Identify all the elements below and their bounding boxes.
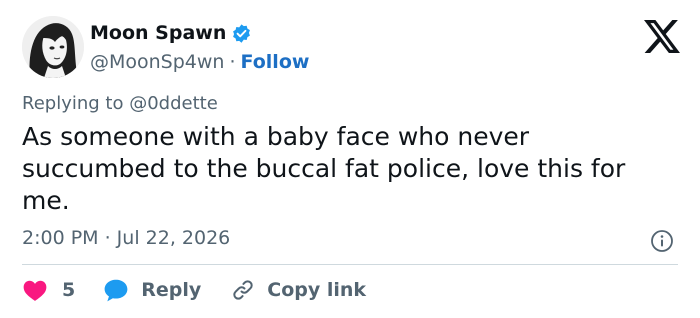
- reply-label: Reply: [141, 279, 202, 301]
- author-handle[interactable]: @MoonSp4wn: [90, 51, 224, 73]
- copy-link-button[interactable]: Copy link: [231, 278, 366, 302]
- verified-badge-icon: [231, 23, 252, 44]
- tweet-header: Moon Spawn @MoonSp4wn · Follow: [20, 14, 680, 84]
- copy-link-label: Copy link: [267, 279, 367, 301]
- reply-mention-link[interactable]: @0ddette: [129, 93, 218, 114]
- avatar[interactable]: [22, 16, 84, 78]
- replying-prefix: Replying to: [22, 93, 124, 114]
- like-button[interactable]: 5: [22, 278, 75, 302]
- reply-bubble-icon: [103, 278, 129, 302]
- action-bar: 5 Reply Copy link: [22, 275, 366, 305]
- tweet-card: Moon Spawn @MoonSp4wn · Follow Replying: [0, 0, 700, 318]
- author-info: Moon Spawn @MoonSp4wn · Follow: [90, 19, 309, 76]
- info-icon[interactable]: [650, 229, 674, 253]
- tweet-text: As someone with a baby face who never su…: [22, 122, 626, 215]
- like-count: 5: [62, 279, 76, 301]
- divider: [22, 264, 678, 265]
- separator-dot: ·: [229, 51, 236, 73]
- x-logo-icon[interactable]: [644, 20, 680, 53]
- tweet-timestamp[interactable]: 2:00 PM · Jul 22, 2026: [22, 227, 230, 249]
- link-icon: [231, 278, 255, 302]
- heart-icon: [22, 278, 48, 302]
- author-display-name[interactable]: Moon Spawn: [90, 22, 226, 44]
- follow-button[interactable]: Follow: [241, 51, 310, 73]
- reply-context: Replying to @0ddette: [22, 93, 218, 114]
- reply-button[interactable]: Reply: [103, 278, 201, 302]
